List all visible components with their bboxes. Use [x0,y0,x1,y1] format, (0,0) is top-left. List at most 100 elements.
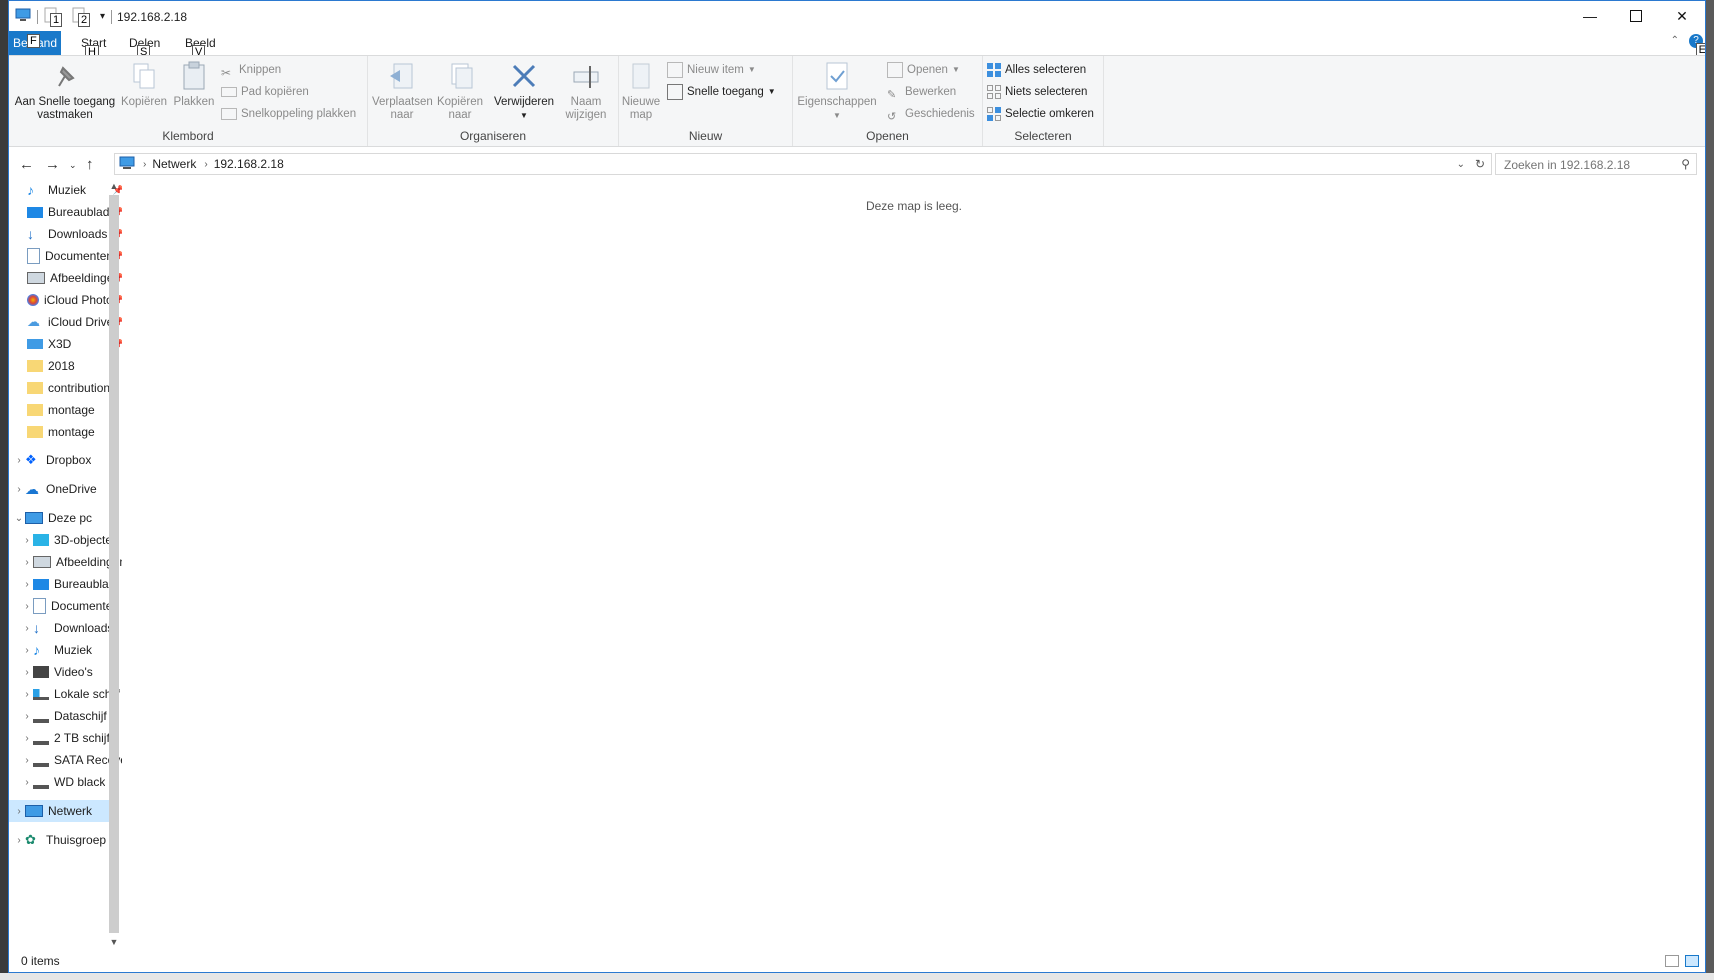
nav-item-quick-montage-2[interactable]: montage [9,421,122,443]
expand-chevron-icon[interactable]: › [21,645,33,656]
pin-quick-access-button[interactable]: Aan Snelle toegang vastmaken [13,60,117,122]
collapse-chevron-icon[interactable]: ⌄ [13,513,25,524]
customize-dropdown-icon[interactable]: ▾ [100,11,105,22]
expand-chevron-icon[interactable]: › [21,667,33,678]
nav-item-netwerk[interactable]: › Netwerk [9,800,118,822]
nav-item-quick-bureaublad[interactable]: Bureaublad 📌 [9,201,122,223]
maximize-button[interactable] [1613,1,1659,31]
breadcrumb-netwerk[interactable]: Netwerk [152,157,196,171]
nav-item-pc-dataschijf[interactable]: › Dataschijf [9,705,122,727]
minimize-button[interactable]: — [1567,1,1613,31]
scroll-thumb[interactable] [109,195,119,933]
nav-item-quick-documenten[interactable]: Documenten 📌 [9,245,122,267]
paste-button[interactable]: Plakken [171,60,217,109]
copy-path-button[interactable]: Pad kopiëren [221,82,309,102]
select-all-button[interactable]: Alles selecteren [987,60,1086,80]
close-button[interactable]: ✕ [1659,1,1705,31]
nav-item-quick-contributions[interactable]: contributions [9,377,122,399]
nav-item-onedrive[interactable]: › ☁ OneDrive [9,478,118,500]
nav-item-thuisgroep[interactable]: › ✿ Thuisgroep [9,829,118,851]
copy-to-button[interactable]: Kopiëren naar [434,60,486,122]
back-arrow-icon[interactable]: ← [19,156,34,173]
paste-shortcut-button[interactable]: Snelkoppeling plakken [221,104,356,124]
nav-item-quick-x3d[interactable]: X3D 📌 [9,333,122,355]
nav-scrollbar[interactable]: ▲ ▼ [107,179,121,949]
recent-dropdown-icon[interactable]: ⌄ [69,160,77,171]
copy-button[interactable]: Kopiëren [119,60,169,109]
expand-chevron-icon[interactable]: › [21,733,33,744]
expand-chevron-icon[interactable]: › [21,535,33,546]
nav-item-pc-3d-objects[interactable]: › 3D-objecten [9,529,122,551]
expand-chevron-icon[interactable]: › [21,579,33,590]
up-arrow-icon[interactable]: ↑ [86,156,94,173]
expand-chevron-icon[interactable]: › [13,484,25,495]
expand-chevron-icon[interactable]: › [13,835,25,846]
nav-item-quick-afbeeldingen[interactable]: Afbeeldingen 📌 [9,267,122,289]
search-input[interactable] [1502,155,1676,175]
collapse-ribbon-icon[interactable]: ⌃ [1671,35,1679,46]
tab-start[interactable]: Start H [71,31,116,59]
address-bar[interactable]: › Netwerk › 192.168.2.18 ⌄ ↻ [114,153,1492,175]
history-button[interactable]: ↺ Geschiedenis [887,104,975,124]
file-list-area[interactable]: Deze map is leeg. [123,179,1705,949]
search-icon[interactable]: ⚲ [1681,157,1690,171]
nav-item-pc-videos[interactable]: › Video's [9,661,122,683]
search-box[interactable]: ⚲ [1495,153,1697,175]
nav-item-quick-2018[interactable]: 2018 [9,355,122,377]
address-dropdown-icon[interactable]: ⌄ [1457,159,1465,170]
invert-selection-button[interactable]: Selectie omkeren [987,104,1094,124]
nav-item-pc-sata-recovery[interactable]: › SATA Recovery [9,749,122,771]
expand-chevron-icon[interactable]: › [21,601,33,612]
nav-item-pc-muziek[interactable]: › ♪ Muziek [9,639,122,661]
scroll-up-icon[interactable]: ▲ [107,179,121,193]
cut-button[interactable]: ✂ Knippen [221,60,281,80]
nav-item-pc-wd-black[interactable]: › WD black [9,771,122,793]
edit-button[interactable]: ✎ Bewerken [887,82,956,102]
nav-item-dropbox[interactable]: › ❖ Dropbox [9,449,118,471]
nav-item-quick-muziek[interactable]: ♪ Muziek 📌 [9,179,122,201]
large-icons-view-icon[interactable] [1685,955,1699,967]
nav-item-pc-documenten[interactable]: › Documenten [9,595,122,617]
breadcrumb-host[interactable]: 192.168.2.18 [214,157,284,171]
expand-chevron-icon[interactable]: › [21,689,33,700]
expand-chevron-icon[interactable]: › [21,623,33,634]
breadcrumb-chevron-icon[interactable]: › [143,159,146,170]
history-icon: ↺ [887,111,897,123]
delete-button[interactable]: Verwijderen ▼ [492,60,556,122]
easy-access-button[interactable]: Snelle toegang ▼ [667,82,776,102]
rename-button[interactable]: Naam wijzigen [560,60,612,122]
nav-item-pc-lokale-schijf[interactable]: › Lokale schijf [9,683,122,705]
nav-item-pc-bureaublad[interactable]: › Bureaublad [9,573,122,595]
properties-button[interactable]: Eigenschappen ▼ [795,60,879,122]
expand-chevron-icon[interactable]: › [13,455,25,466]
tab-beeld[interactable]: Beeld V [175,31,226,59]
ribbon-tabs: Bestand F Start H Delen S Beeld V ⌃ ? E [9,31,1705,59]
expand-chevron-icon[interactable]: › [21,557,33,568]
nav-item-quick-icloud-photos[interactable]: iCloud Photos 📌 [9,289,122,311]
refresh-icon[interactable]: ↻ [1475,157,1485,171]
new-item-button[interactable]: Nieuw item ▼ [667,60,756,80]
nav-item-pc-afbeeldingen[interactable]: › Afbeeldingen [9,551,122,573]
breadcrumb-chevron-icon[interactable]: › [204,159,207,170]
nav-item-quick-icloud-drive[interactable]: ☁ iCloud Drive 📌 [9,311,122,333]
new-folder-icon[interactable]: 2 [72,7,91,27]
expand-chevron-icon[interactable]: › [21,777,33,788]
nav-item-pc-downloads[interactable]: › ↓ Downloads [9,617,122,639]
open-button[interactable]: Openen ▼ [887,60,960,80]
properties-icon[interactable]: 1 [44,7,63,27]
expand-chevron-icon[interactable]: › [13,806,25,817]
select-none-button[interactable]: Niets selecteren [987,82,1087,102]
move-to-button[interactable]: Verplaatsen naar [372,60,433,122]
new-folder-button[interactable]: Nieuwe map [621,60,661,122]
nav-item-quick-downloads[interactable]: ↓ Downloads 📌 [9,223,122,245]
nav-item-quick-montage-1[interactable]: montage [9,399,122,421]
nav-item-pc-2tb-schijf[interactable]: › 2 TB schijf [9,727,122,749]
expand-chevron-icon[interactable]: › [21,755,33,766]
forward-arrow-icon[interactable]: → [45,156,60,173]
tab-delen[interactable]: Delen S [119,31,170,59]
scroll-down-icon[interactable]: ▼ [107,935,121,949]
tab-file[interactable]: Bestand F [9,31,61,55]
details-view-icon[interactable] [1665,955,1679,967]
nav-item-deze-pc[interactable]: ⌄ Deze pc [9,507,118,529]
expand-chevron-icon[interactable]: › [21,711,33,722]
